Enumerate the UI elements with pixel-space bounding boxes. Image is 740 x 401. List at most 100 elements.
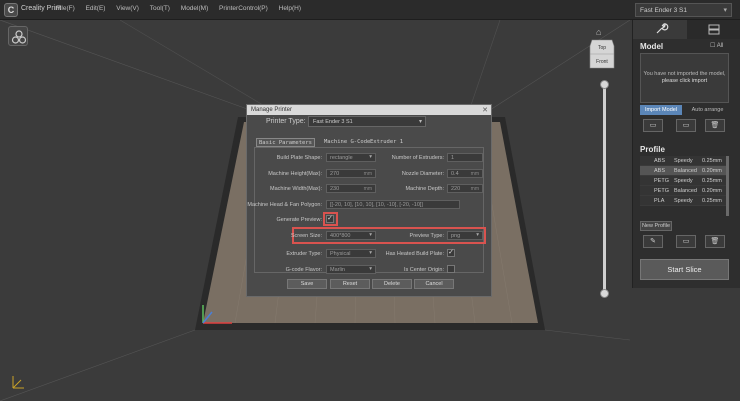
close-icon[interactable]: ✕ <box>482 106 488 114</box>
cluster-icon[interactable] <box>8 26 28 46</box>
machine-height-field[interactable]: 270 mm <box>326 169 376 178</box>
tab-extruder-1[interactable]: Extruder 1 <box>368 138 405 147</box>
num-extruders-value: 1 <box>451 155 455 161</box>
new-profile-button[interactable]: New Profile <box>640 221 672 231</box>
build-plate-shape-select[interactable]: rectangle ▾ <box>326 153 376 162</box>
machine-depth-field[interactable]: 220 mm <box>447 184 483 193</box>
edit-icon[interactable]: ✎ <box>643 235 663 248</box>
nozzle-diameter-label: Nozzle Diameter: <box>401 171 444 177</box>
start-slice-button[interactable]: Start Slice <box>640 259 729 280</box>
import-model-button[interactable]: Import Model <box>640 105 682 115</box>
menu-file[interactable]: File(F) <box>56 5 75 12</box>
layers-icon <box>708 24 720 35</box>
layer-slider-top-handle[interactable] <box>600 80 609 89</box>
menu-model[interactable]: Model(M) <box>181 5 208 12</box>
folder-icon[interactable]: ▭ <box>676 235 696 248</box>
center-origin-checkbox[interactable] <box>447 265 455 273</box>
mm-unit: mm <box>470 171 479 177</box>
chevron-down-icon: ▾ <box>723 7 727 14</box>
axis-gizmo-icon <box>10 373 26 396</box>
wrench-icon <box>656 23 669 34</box>
gcode-flavor-value: Marlin <box>330 267 345 273</box>
heated-bed-label: Has Heated Build Plate: <box>385 251 444 257</box>
machine-width-field[interactable]: 230 mm <box>326 184 376 193</box>
gcode-flavor-select[interactable]: Marlin ▾ <box>326 265 376 274</box>
trash-icon[interactable]: 🗑 <box>705 119 725 132</box>
reset-button[interactable]: Reset <box>330 279 370 289</box>
screen-size-select[interactable]: 400*800 ▾ <box>326 231 376 240</box>
machine-width-label: Machine Width(Max): <box>270 186 322 192</box>
menu-bar: File(F) Edit(E) View(V) Tool(T) Model(M)… <box>56 5 310 12</box>
profile-section-title: Profile <box>640 145 665 154</box>
nozzle-diameter-field[interactable]: 0.4 mm <box>447 169 483 178</box>
head-fan-polygon-value: [[-20, 10], [10, 10], [10, -10], [-20, -… <box>330 202 423 208</box>
machine-height-label: Machine Height(Max): <box>268 171 322 177</box>
extruder-type-select[interactable]: Physical ▾ <box>326 249 376 258</box>
printer-type-label: Printer Type: <box>266 118 306 125</box>
cancel-button[interactable]: Cancel <box>414 279 454 289</box>
machine-width-value: 230 <box>330 186 340 192</box>
chevron-down-icon: ▾ <box>476 232 479 238</box>
num-extruders-label: Number of Extruders: <box>391 155 444 161</box>
printer-select[interactable]: Fast Ender 3 S1 ▾ <box>635 3 732 17</box>
trash-icon[interactable]: 🗑 <box>705 235 725 248</box>
profile-row-selected[interactable]: ABS Balanced 0.20mm <box>640 166 726 176</box>
mm-unit: mm <box>470 186 479 192</box>
model-section-title: Model <box>640 42 664 51</box>
chevron-down-icon: ▾ <box>369 154 372 160</box>
menu-edit[interactable]: Edit(E) <box>86 5 106 12</box>
dialog-title: Manage Printer <box>251 107 293 113</box>
save-button[interactable]: Save <box>287 279 327 289</box>
gcode-flavor-label: G-code Flavor: <box>285 267 322 273</box>
menu-printer-control[interactable]: PrinterControl(P) <box>219 5 268 12</box>
center-origin-label: Is Center Origin: <box>403 267 444 273</box>
auto-arrange-button[interactable]: Auto arrange <box>686 105 729 115</box>
tab-basic-parameters[interactable]: Basic Parameters <box>256 138 315 147</box>
printer-type-select[interactable]: Fast Ender 3 S1 ▾ <box>308 116 426 127</box>
machine-depth-value: 220 <box>451 186 461 192</box>
chevron-down-icon: ▾ <box>369 250 372 256</box>
build-plate-shape-value: rectangle <box>330 155 353 161</box>
view-cube-top-label: Top <box>598 45 606 51</box>
open-folder-icon[interactable]: ▭ <box>643 119 663 132</box>
export-icon[interactable]: ▭ <box>676 119 696 132</box>
all-checkbox[interactable]: ☐ All <box>710 42 723 49</box>
profile-scrollbar[interactable] <box>726 156 729 216</box>
screen-size-value: 400*800 <box>330 233 351 239</box>
tab-model-settings[interactable] <box>633 20 687 39</box>
head-fan-polygon-label: Machine Head & Fan Polygon: <box>247 202 322 208</box>
layer-slider-bottom-handle[interactable] <box>600 289 609 298</box>
dialog-title-bar: Manage Printer ✕ <box>247 105 491 115</box>
menu-help[interactable]: Help(H) <box>279 5 301 12</box>
heated-bed-checkbox[interactable]: ✓ <box>447 249 455 257</box>
chevron-down-icon: ▾ <box>369 232 372 238</box>
menu-view[interactable]: View(V) <box>116 5 139 12</box>
all-checkbox-label: All <box>716 43 724 49</box>
view-cube[interactable]: Top Front <box>588 38 616 70</box>
delete-button[interactable]: Delete <box>372 279 412 289</box>
layer-slider-track[interactable] <box>603 84 606 294</box>
profile-row[interactable]: PETG Speedy 0.25mm <box>640 176 726 186</box>
highlight-box <box>323 212 338 226</box>
head-fan-polygon-field[interactable]: [[-20, 10], [10, 10], [10, -10], [-20, -… <box>326 200 460 209</box>
profile-row[interactable]: PLA Speedy 0.25mm <box>640 196 726 206</box>
machine-depth-label: Machine Depth: <box>405 186 444 192</box>
home-icon[interactable]: ⌂ <box>596 27 601 37</box>
preview-type-label: Preview Type: <box>409 233 444 239</box>
profile-row[interactable]: ABS Speedy 0.25mm <box>640 156 726 166</box>
profile-list: ABS Speedy 0.25mm ABS Balanced 0.20mm PETG Sp… <box>640 156 726 206</box>
num-extruders-field[interactable]: 1 <box>447 153 483 162</box>
tab-preview[interactable] <box>687 20 740 39</box>
profile-row[interactable]: PETG Balanced 0.20mm <box>640 186 726 196</box>
preview-type-select[interactable]: png ▾ <box>447 231 483 240</box>
title-bar: C Creality Print File(F) Edit(E) View(V)… <box>0 0 740 20</box>
tab-machine-gcode[interactable]: Machine G-Code <box>322 138 372 147</box>
machine-height-value: 270 <box>330 171 340 177</box>
mm-unit: mm <box>363 186 372 192</box>
menu-tool[interactable]: Tool(T) <box>150 5 170 12</box>
generate-preview-label: Generate Preview: <box>276 217 322 223</box>
nozzle-diameter-value: 0.4 <box>451 171 459 177</box>
app-logo: C <box>4 3 18 17</box>
chevron-down-icon: ▾ <box>369 266 372 272</box>
extruder-type-value: Physical <box>330 251 351 257</box>
